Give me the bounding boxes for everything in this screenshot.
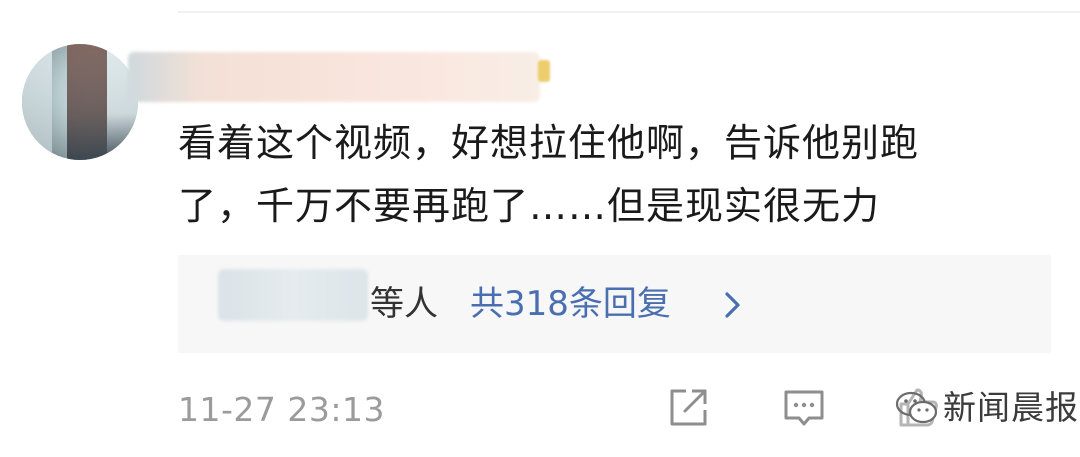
chevron-right-icon[interactable] [718,289,746,321]
replies-preview[interactable]: 等人 共318条回复 [178,255,1051,353]
watermark-text: 新闻晨报 [943,388,1079,427]
comment-card: 看着这个视频，好想拉住他啊，告诉他别跑 了，千万不要再跑了……但是现实很无力 等人… [0,0,1080,457]
wechat-logo-icon [895,391,938,424]
avatar-blur-left [22,44,52,160]
comment-icon[interactable] [782,386,826,430]
user-badge-icon [538,60,550,82]
avatar[interactable] [22,44,138,160]
comment-text-line2: 了，千万不要再跑了……但是现实很无力 [178,184,881,228]
reply-users-suffix: 等人 [370,284,438,324]
share-icon[interactable] [666,386,710,430]
watermark: 新闻晨报 [893,381,1079,435]
username-redacted[interactable] [128,52,540,102]
divider [178,11,1080,13]
comment-text-line1: 看着这个视频，好想拉住他啊，告诉他别跑 [178,121,920,165]
reply-users-redacted [218,269,368,321]
view-replies-link[interactable]: 共318条回复 [470,284,671,324]
comment-timestamp: 11-27 23:13 [178,390,385,429]
avatar-blur-center [67,44,107,160]
comment-text: 看着这个视频，好想拉住他啊，告诉他别跑 了，千万不要再跑了……但是现实很无力 [178,112,1058,238]
